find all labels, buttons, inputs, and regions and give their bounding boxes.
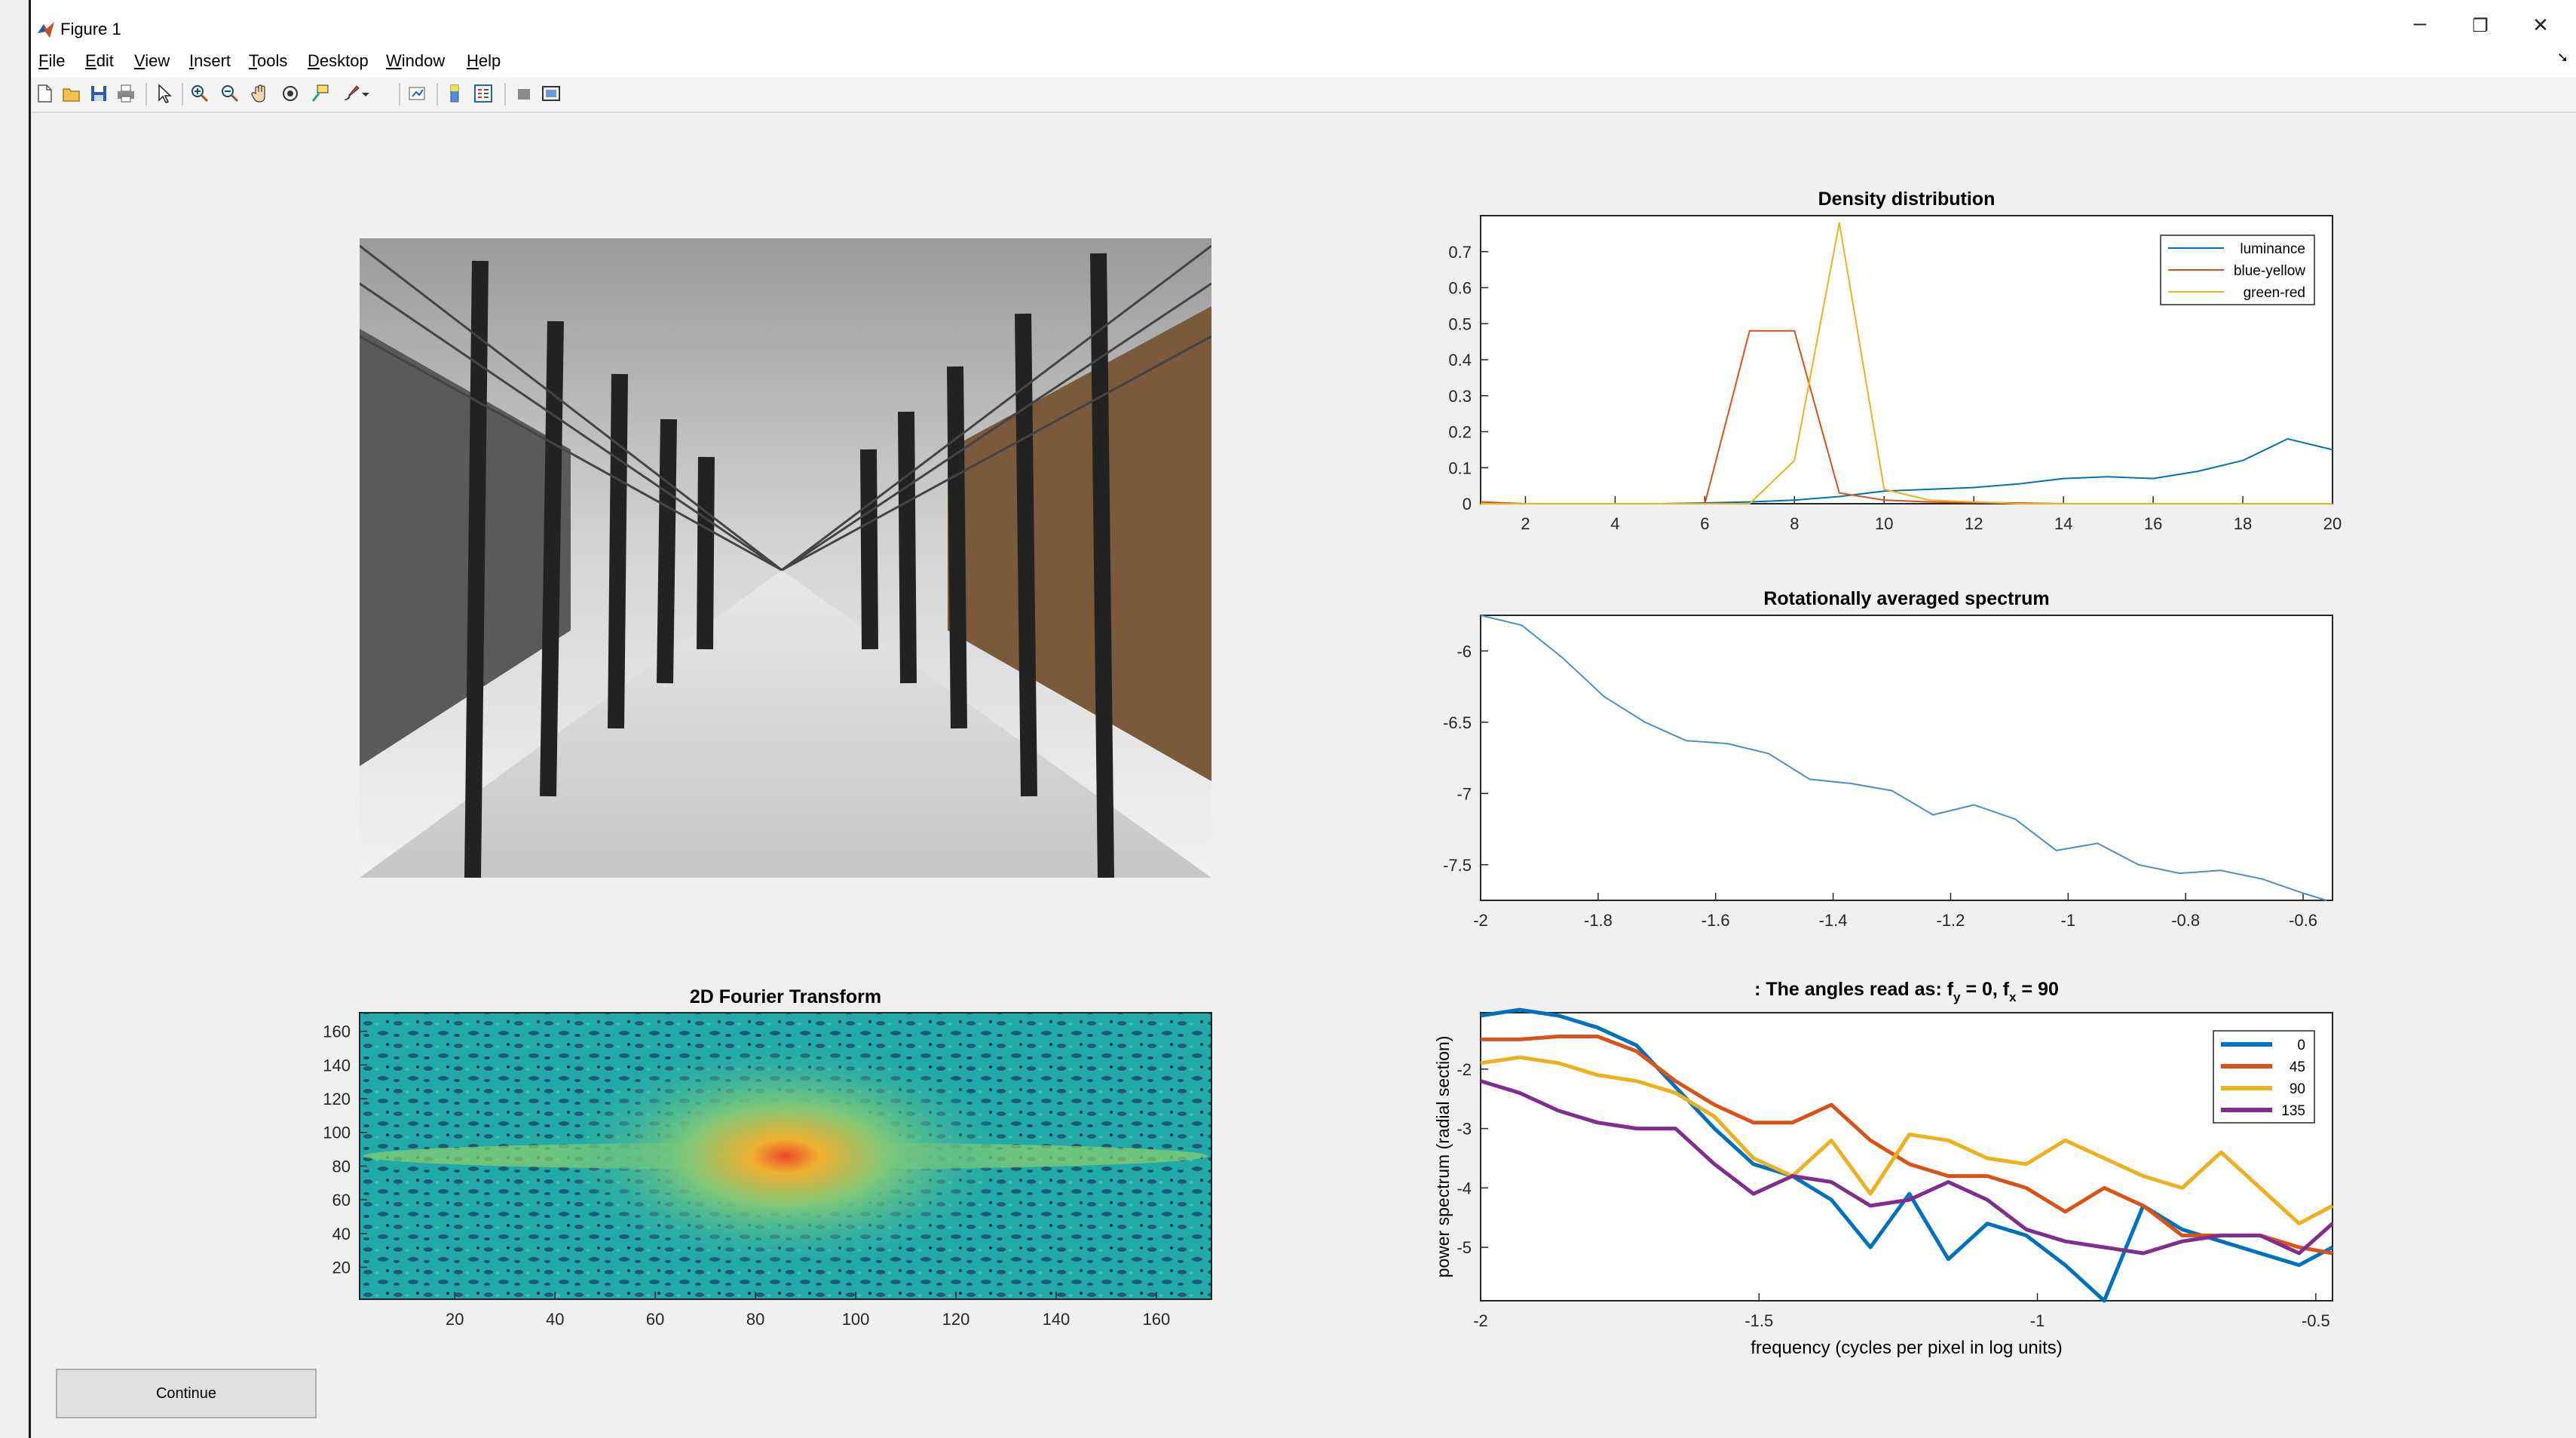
y-tick-label: 0.5 <box>1448 314 1472 333</box>
legend-entry: 90 <box>2290 1081 2305 1097</box>
x-tick-label: 100 <box>842 1310 870 1329</box>
y-tick-label: 160 <box>323 1023 351 1041</box>
y-tick-label: 100 <box>323 1124 351 1142</box>
figure-axes: Density distribution 2 4 6 8 10 12 14 16 18 20 0 0.… <box>323 189 2342 1358</box>
y-tick-label: 80 <box>332 1157 351 1176</box>
x-tick-label: 160 <box>1143 1310 1171 1329</box>
x-tick-label: 60 <box>646 1310 664 1329</box>
legend-entry: 45 <box>2290 1059 2305 1075</box>
x-tick-label: 40 <box>546 1310 564 1329</box>
x-tick-label: -2 <box>1473 911 1488 930</box>
legend-entry: blue-yellow <box>2234 263 2305 279</box>
x-tick-label: -1.8 <box>1584 911 1613 930</box>
axes-frame <box>1480 1012 2333 1302</box>
x-axis-label: frequency (cycles per pixel in log units… <box>1751 1338 2063 1358</box>
legend-entry: 0 <box>2297 1038 2305 1053</box>
chart-legend: 0 45 90 135 <box>2213 1030 2315 1124</box>
y-tick-label: 0.7 <box>1448 243 1472 262</box>
y-tick-label: -4 <box>1456 1179 1472 1197</box>
x-tick-label: 10 <box>1875 514 1893 533</box>
y-tick-label: -6.5 <box>1443 713 1472 732</box>
x-tick-label: 20 <box>446 1310 464 1329</box>
y-tick-label: 0.3 <box>1448 387 1472 406</box>
axes-frame <box>1480 615 2333 901</box>
x-tick-label: 80 <box>746 1310 764 1329</box>
x-tick-label: -1.2 <box>1936 911 1965 930</box>
chart-legend: luminance blue-yellow green-red <box>2160 235 2315 305</box>
x-tick-label: -1.4 <box>1819 911 1848 930</box>
x-tick-label: 8 <box>1790 514 1799 533</box>
x-tick-label: -1 <box>2061 911 2076 930</box>
rotational-spectrum-axes: Rotationally averaged spectrum -2 -1.8 -1.… <box>1443 588 2333 930</box>
x-tick-label: 18 <box>2234 514 2252 533</box>
y-tick-label: 120 <box>323 1090 351 1108</box>
legend-entry: 135 <box>2281 1103 2305 1119</box>
x-tick-label: 16 <box>2144 514 2162 533</box>
x-tick-label: 4 <box>1610 514 1619 533</box>
x-tick-label: 20 <box>2323 514 2342 533</box>
chart-title: 2D Fourier Transform <box>690 986 881 1007</box>
legend-entry: green-red <box>2244 285 2305 301</box>
y-tick-label: 20 <box>332 1259 351 1277</box>
y-tick-label: 60 <box>332 1191 351 1210</box>
x-tick-label: 12 <box>1965 514 1983 533</box>
x-tick-label: -1 <box>2030 1311 2045 1330</box>
y-tick-label: 0.1 <box>1448 458 1472 477</box>
chart-title: : The angles read as: fy = 0, fx = 90 <box>1754 979 2059 1004</box>
y-tick-label: 140 <box>323 1056 351 1075</box>
y-axis-label: power spectrum (radial section) <box>1433 1036 1453 1278</box>
y-tick-label: 0.4 <box>1448 351 1472 369</box>
y-tick-label: 40 <box>332 1225 351 1243</box>
x-tick-label: 120 <box>942 1310 970 1329</box>
continue-button[interactable]: Continue <box>56 1369 317 1418</box>
x-tick-label: -1.5 <box>1744 1311 1773 1330</box>
x-tick-label: -1.6 <box>1702 911 1730 930</box>
y-tick-label: 0.6 <box>1448 279 1472 298</box>
x-tick-label: -0.6 <box>2289 911 2317 930</box>
y-tick-label: -5 <box>1456 1238 1472 1257</box>
x-tick-label: 6 <box>1700 514 1709 533</box>
x-tick-label: -0.8 <box>2171 911 2200 930</box>
y-tick-label: 0 <box>1463 495 1472 514</box>
x-tick-label: 2 <box>1521 514 1530 533</box>
y-tick-label: -6 <box>1456 642 1472 661</box>
chart-title: Rotationally averaged spectrum <box>1763 588 2049 609</box>
x-tick-label: -0.5 <box>2302 1311 2330 1330</box>
y-tick-label: -2 <box>1456 1060 1472 1079</box>
density-distribution-axes: Density distribution 2 4 6 8 10 12 14 16 18 20 0 0.… <box>1448 189 2342 533</box>
x-tick-label: 14 <box>2054 514 2072 533</box>
fourier-transform-axes: 2D Fourier Transform 20 40 60 80 100 120 140 16… <box>323 986 1212 1329</box>
y-tick-label: -3 <box>1456 1120 1472 1139</box>
x-tick-label: 140 <box>1043 1310 1071 1329</box>
y-tick-label: -7 <box>1456 784 1472 803</box>
radial-section-axes: : The angles read as: fy = 0, fx = 90 fr… <box>1433 979 2334 1358</box>
chart-title: Density distribution <box>1818 189 1996 210</box>
legend-entry: luminance <box>2240 241 2305 257</box>
x-tick-label: -2 <box>1473 1311 1488 1330</box>
y-tick-label: -7.5 <box>1443 856 1472 875</box>
y-tick-label: 0.2 <box>1448 423 1472 442</box>
